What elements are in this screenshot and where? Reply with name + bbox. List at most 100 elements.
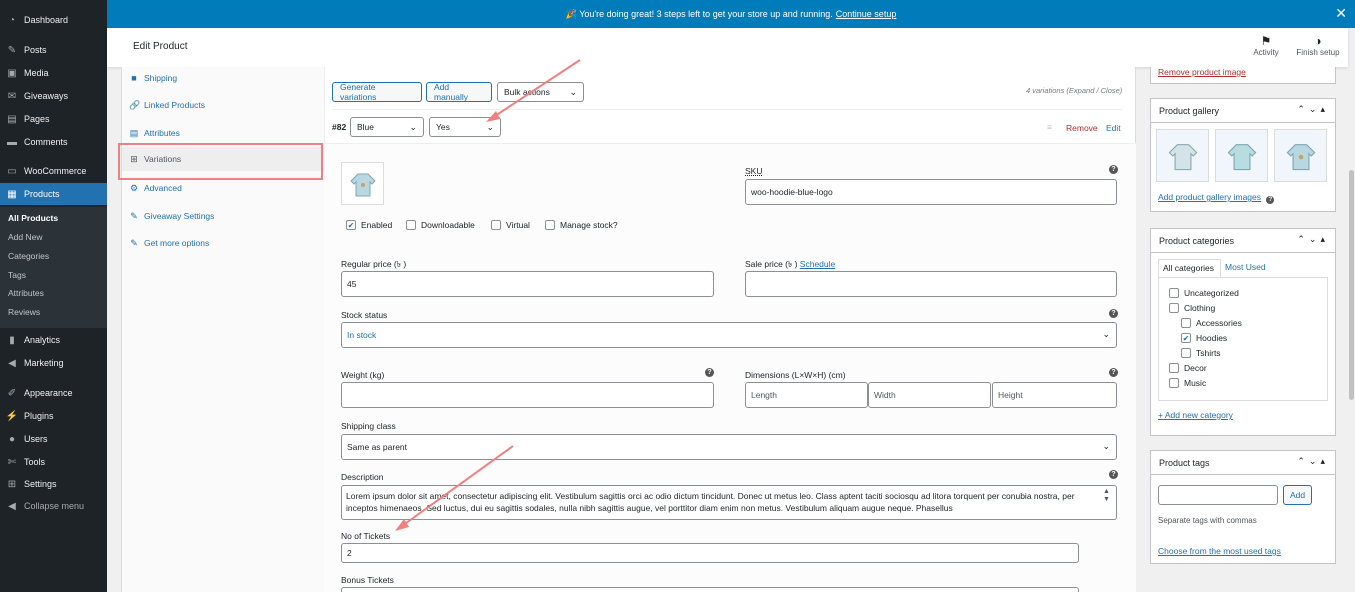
manage-stock-checkbox[interactable]: Manage stock? (545, 220, 618, 230)
tickets-input[interactable]: 2 (341, 543, 1079, 563)
stock-status-select[interactable]: In stock ⌄ (341, 322, 1117, 348)
bonus-tickets-input[interactable] (341, 587, 1079, 592)
scrollbar-thumb[interactable] (1349, 170, 1354, 400)
tag-input[interactable] (1158, 485, 1278, 505)
add-tag-button[interactable]: Add (1283, 485, 1312, 505)
box-controls-icon[interactable]: ⌃⌄▴ (1297, 234, 1329, 245)
textarea-scroll-arrows-icon[interactable]: ▲ ▼ (1103, 488, 1110, 504)
menu-appearance[interactable]: ✐ Appearance (0, 382, 107, 404)
box-controls-icon[interactable]: ⌃⌄▴ (1297, 456, 1329, 467)
category-item[interactable]: Uncategorized (1169, 288, 1239, 298)
category-item[interactable]: Accessories (1181, 318, 1242, 328)
help-icon[interactable]: ? (1109, 470, 1118, 479)
help-icon[interactable]: ? (1109, 368, 1118, 377)
menu-analytics[interactable]: ▮ Analytics (0, 329, 107, 351)
add-manually-button[interactable]: Add manually (426, 82, 492, 102)
bonus-tickets-label: Bonus Tickets (341, 575, 394, 585)
submenu-all-products[interactable]: All Products (8, 213, 58, 223)
gallery-title: Product gallery (1159, 105, 1220, 116)
bulk-actions-select[interactable]: Bulk actions ⌄ (497, 82, 584, 102)
submenu-categories[interactable]: Categories (8, 251, 49, 261)
menu-plugins[interactable]: ⚡ Plugins (0, 405, 107, 427)
width-input[interactable]: Width (868, 382, 991, 408)
virtual-checkbox[interactable]: Virtual (491, 220, 530, 230)
regular-price-input[interactable]: 45 (341, 271, 714, 297)
weight-label: Weight (kg) (341, 370, 385, 380)
submenu-add-new[interactable]: Add New (8, 232, 43, 242)
tab-attributes[interactable]: ▤ Attributes (122, 121, 325, 145)
category-item[interactable]: Clothing (1169, 303, 1215, 313)
add-gallery-images-link[interactable]: Add product gallery images (1158, 192, 1261, 202)
chevron-down-icon: ⌄ (409, 122, 417, 132)
help-icon[interactable]: ? (1109, 165, 1118, 174)
help-icon[interactable]: ? (705, 368, 714, 377)
remove-product-image-link[interactable]: Remove product image (1158, 67, 1246, 77)
wrench-icon: ✎ (130, 210, 138, 221)
variation-logo-select[interactable]: Yes ⌄ (429, 117, 501, 137)
drag-handle-icon[interactable]: ≡ (1047, 122, 1052, 132)
variation-image[interactable] (341, 162, 384, 205)
add-new-category-link[interactable]: + Add new category (1158, 410, 1233, 420)
user-icon: ● (8, 433, 16, 445)
admin-sidebar: ◔ Dashboard ✎ Posts ▣ Media ✉ Giveaways ▤ Pag… (0, 0, 107, 592)
remove-variation-link[interactable]: Remove (1066, 123, 1098, 133)
menu-pages[interactable]: ▤ Pages (0, 108, 107, 130)
enabled-checkbox[interactable]: ✔ Enabled (346, 220, 392, 230)
tab-giveaway-settings[interactable]: ✎ Giveaway Settings (122, 204, 325, 228)
menu-dashboard[interactable]: ◔ Dashboard (0, 9, 107, 31)
submenu-reviews[interactable]: Reviews (8, 307, 40, 317)
menu-products[interactable]: ▦ Products (0, 183, 107, 205)
tab-get-more-options[interactable]: ✎ Get more options (122, 231, 325, 255)
menu-media[interactable]: ▣ Media (0, 62, 107, 84)
help-icon[interactable]: ? (1109, 309, 1118, 318)
help-icon[interactable]: ? (1266, 196, 1275, 204)
products-submenu: All Products Add New Categories Tags Att… (0, 207, 107, 328)
menu-settings[interactable]: ⊞ Settings (0, 473, 107, 495)
submenu-tags[interactable]: Tags (8, 270, 26, 280)
weight-input[interactable] (341, 382, 714, 408)
menu-woocommerce[interactable]: ▭ WooCommerce (0, 160, 107, 182)
gallery-image-2[interactable] (1215, 129, 1268, 182)
tab-most-used[interactable]: Most Used (1225, 262, 1266, 272)
shipping-class-select[interactable]: Same as parent ⌄ (341, 434, 1117, 460)
menu-tools[interactable]: ✄ Tools (0, 451, 107, 473)
category-item[interactable]: ✔ Hoodies (1181, 333, 1227, 343)
tab-shipping[interactable]: ■ Shipping (122, 66, 325, 90)
archive-icon: ▦ (7, 188, 17, 200)
generate-variations-button[interactable]: Generate variations (332, 82, 422, 102)
schedule-link[interactable]: Schedule (800, 259, 835, 269)
category-item[interactable]: Decor (1169, 363, 1207, 373)
menu-giveaways[interactable]: ✉ Giveaways (0, 85, 107, 107)
media-icon: ▣ (7, 67, 17, 79)
height-input[interactable]: Height (992, 382, 1117, 408)
continue-setup-link[interactable]: Continue setup (836, 9, 897, 19)
length-input[interactable]: Length (745, 382, 868, 408)
box-controls-icon[interactable]: ⌃⌄▴ (1297, 104, 1329, 115)
gear-icon: ⚙ (129, 182, 139, 193)
activity-button[interactable]: ⚑ Activity (1251, 34, 1281, 57)
menu-posts[interactable]: ✎ Posts (0, 39, 107, 61)
category-item[interactable]: Music (1169, 378, 1206, 388)
menu-comments[interactable]: ▬ Comments (0, 131, 107, 153)
description-textarea[interactable]: Lorem ipsum dolor sit amet, consectetur … (341, 485, 1117, 520)
menu-marketing[interactable]: ◀ Marketing (0, 352, 107, 374)
chevron-down-icon: ⌄ (569, 87, 577, 97)
checkbox-box (1169, 363, 1179, 373)
tab-all-categories[interactable]: All categories (1158, 259, 1221, 277)
submenu-attributes[interactable]: Attributes (8, 288, 44, 298)
edit-variation-link[interactable]: Edit (1106, 123, 1121, 133)
category-item[interactable]: Tshirts (1181, 348, 1221, 358)
choose-most-used-tags-link[interactable]: Choose from the most used tags (1158, 546, 1281, 556)
menu-collapse[interactable]: ◀ Collapse menu (0, 495, 107, 517)
downloadable-checkbox[interactable]: Downloadable (406, 220, 475, 230)
flag-icon: ⚑ (1260, 34, 1272, 48)
sale-price-input[interactable] (745, 271, 1117, 297)
menu-users[interactable]: ● Users (0, 428, 107, 450)
gallery-image-1[interactable] (1156, 129, 1209, 182)
tab-linked-products[interactable]: 🔗 Linked Products (122, 93, 325, 117)
variation-color-select[interactable]: Blue ⌄ (350, 117, 424, 137)
sku-input[interactable]: woo-hoodie-blue-logo (745, 179, 1117, 205)
finish-setup-button[interactable]: ◑ Finish setup (1293, 34, 1343, 57)
gallery-image-3[interactable] (1274, 129, 1327, 182)
close-icon[interactable]: ✕ (1335, 6, 1347, 20)
